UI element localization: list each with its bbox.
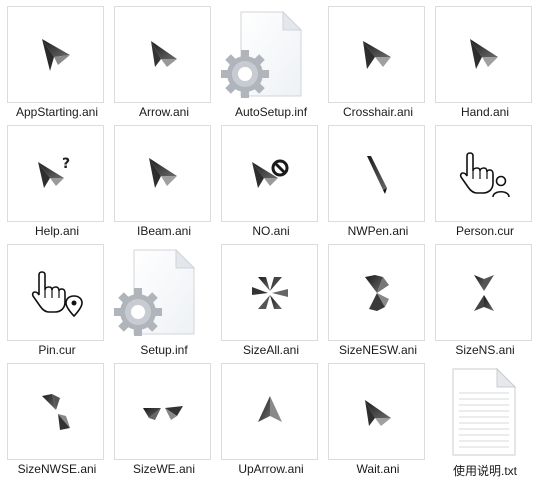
file-item[interactable]: SizeAll.ani <box>221 244 328 362</box>
file-thumbnail <box>221 6 318 103</box>
file-name: SizeNS.ani <box>455 343 515 357</box>
file-thumbnail <box>221 125 318 222</box>
file-item[interactable]: Crosshair.ani <box>328 6 435 124</box>
file-item[interactable]: Arrow.ani <box>114 6 221 124</box>
up-arrow-cursor-icon <box>257 395 282 422</box>
file-name: SizeNESW.ani <box>338 343 418 357</box>
file-item[interactable]: UpArrow.ani <box>221 363 328 481</box>
file-name: NO.ani <box>252 224 290 238</box>
file-name: SizeAll.ani <box>242 343 300 357</box>
file-name: SizeNWSE.ani <box>17 462 97 476</box>
file-name: Setup.inf <box>140 343 188 357</box>
file-name: Hand.ani <box>460 105 510 119</box>
file-item[interactable]: NO.ani <box>221 125 328 243</box>
file-name: Person.cur <box>455 224 515 238</box>
file-name: Pin.cur <box>38 343 76 357</box>
file-thumbnail <box>328 244 425 341</box>
arrow-cursor-icon <box>41 38 70 71</box>
file-thumbnail <box>328 363 425 460</box>
file-item[interactable]: Setup.inf <box>114 244 221 362</box>
pen-cursor-icon <box>366 155 387 194</box>
file-name: NWPen.ani <box>347 224 409 238</box>
file-thumbnail <box>221 244 318 341</box>
file-item[interactable]: Wait.ani <box>328 363 435 481</box>
settings-file-icon <box>114 248 196 336</box>
file-item[interactable]: SizeNS.ani <box>435 244 533 362</box>
file-item[interactable]: IBeam.ani <box>114 125 221 243</box>
file-name: IBeam.ani <box>136 224 192 238</box>
help-cursor-icon: ? <box>37 156 70 188</box>
file-thumbnail <box>328 6 425 103</box>
file-thumbnail: ? <box>7 125 104 222</box>
settings-file-icon <box>221 10 303 98</box>
resize-diagonal-cursor-icon <box>41 393 70 430</box>
file-item[interactable]: SizeNESW.ani <box>328 244 435 362</box>
file-item[interactable]: AppStarting.ani <box>7 6 114 124</box>
file-item[interactable]: ? Help.ani <box>7 125 114 243</box>
file-item[interactable]: 使用说明.txt <box>435 363 533 481</box>
file-thumbnail <box>114 125 211 222</box>
file-name: Help.ani <box>34 224 80 238</box>
move-cursor-icon <box>251 276 288 309</box>
svg-text:?: ? <box>62 156 70 172</box>
file-name: Crosshair.ani <box>342 105 414 119</box>
resize-horizontal-cursor-icon <box>142 405 183 420</box>
file-thumbnail <box>7 363 104 460</box>
file-thumbnail <box>435 363 532 460</box>
file-item[interactable]: NWPen.ani <box>328 125 435 243</box>
unavailable-cursor-icon <box>251 159 288 188</box>
file-thumbnail <box>7 244 104 341</box>
file-name: Arrow.ani <box>138 105 190 119</box>
file-name: AutoSetup.inf <box>234 105 308 119</box>
file-thumbnail <box>435 125 532 222</box>
file-item[interactable]: Pin.cur <box>7 244 114 362</box>
file-grid: AppStarting.ani Arrow.ani AutoSetup.inf … <box>0 0 533 484</box>
arrow-cursor-icon <box>148 157 177 188</box>
file-item[interactable]: AutoSetup.inf <box>221 6 328 124</box>
file-thumbnail <box>114 6 211 103</box>
file-item[interactable]: SizeWE.ani <box>114 363 221 481</box>
resize-diagonal-cursor-icon <box>364 274 389 311</box>
text-document-icon <box>452 367 517 456</box>
file-name: SizeWE.ani <box>132 462 196 476</box>
arrow-cursor-icon <box>150 40 177 67</box>
file-item[interactable]: Person.cur <box>435 125 533 243</box>
arrow-cursor-icon <box>364 399 391 426</box>
file-thumbnail <box>435 6 532 103</box>
hand-person-cursor-icon <box>459 151 510 197</box>
file-thumbnail <box>114 244 211 341</box>
file-thumbnail <box>114 363 211 460</box>
file-thumbnail <box>435 244 532 341</box>
file-thumbnail <box>7 6 104 103</box>
file-thumbnail <box>328 125 425 222</box>
file-name: Wait.ani <box>356 462 400 476</box>
file-name: UpArrow.ani <box>238 462 304 476</box>
resize-vertical-cursor-icon <box>473 274 494 311</box>
arrow-cursor-icon <box>362 40 391 69</box>
arrow-cursor-icon <box>469 38 498 69</box>
file-item[interactable]: SizeNWSE.ani <box>7 363 114 481</box>
file-thumbnail <box>221 363 318 460</box>
file-item[interactable]: Hand.ani <box>435 6 533 124</box>
file-name: AppStarting.ani <box>15 105 99 119</box>
hand-pin-cursor-icon <box>31 270 83 317</box>
file-name: 使用说明.txt <box>452 464 517 478</box>
